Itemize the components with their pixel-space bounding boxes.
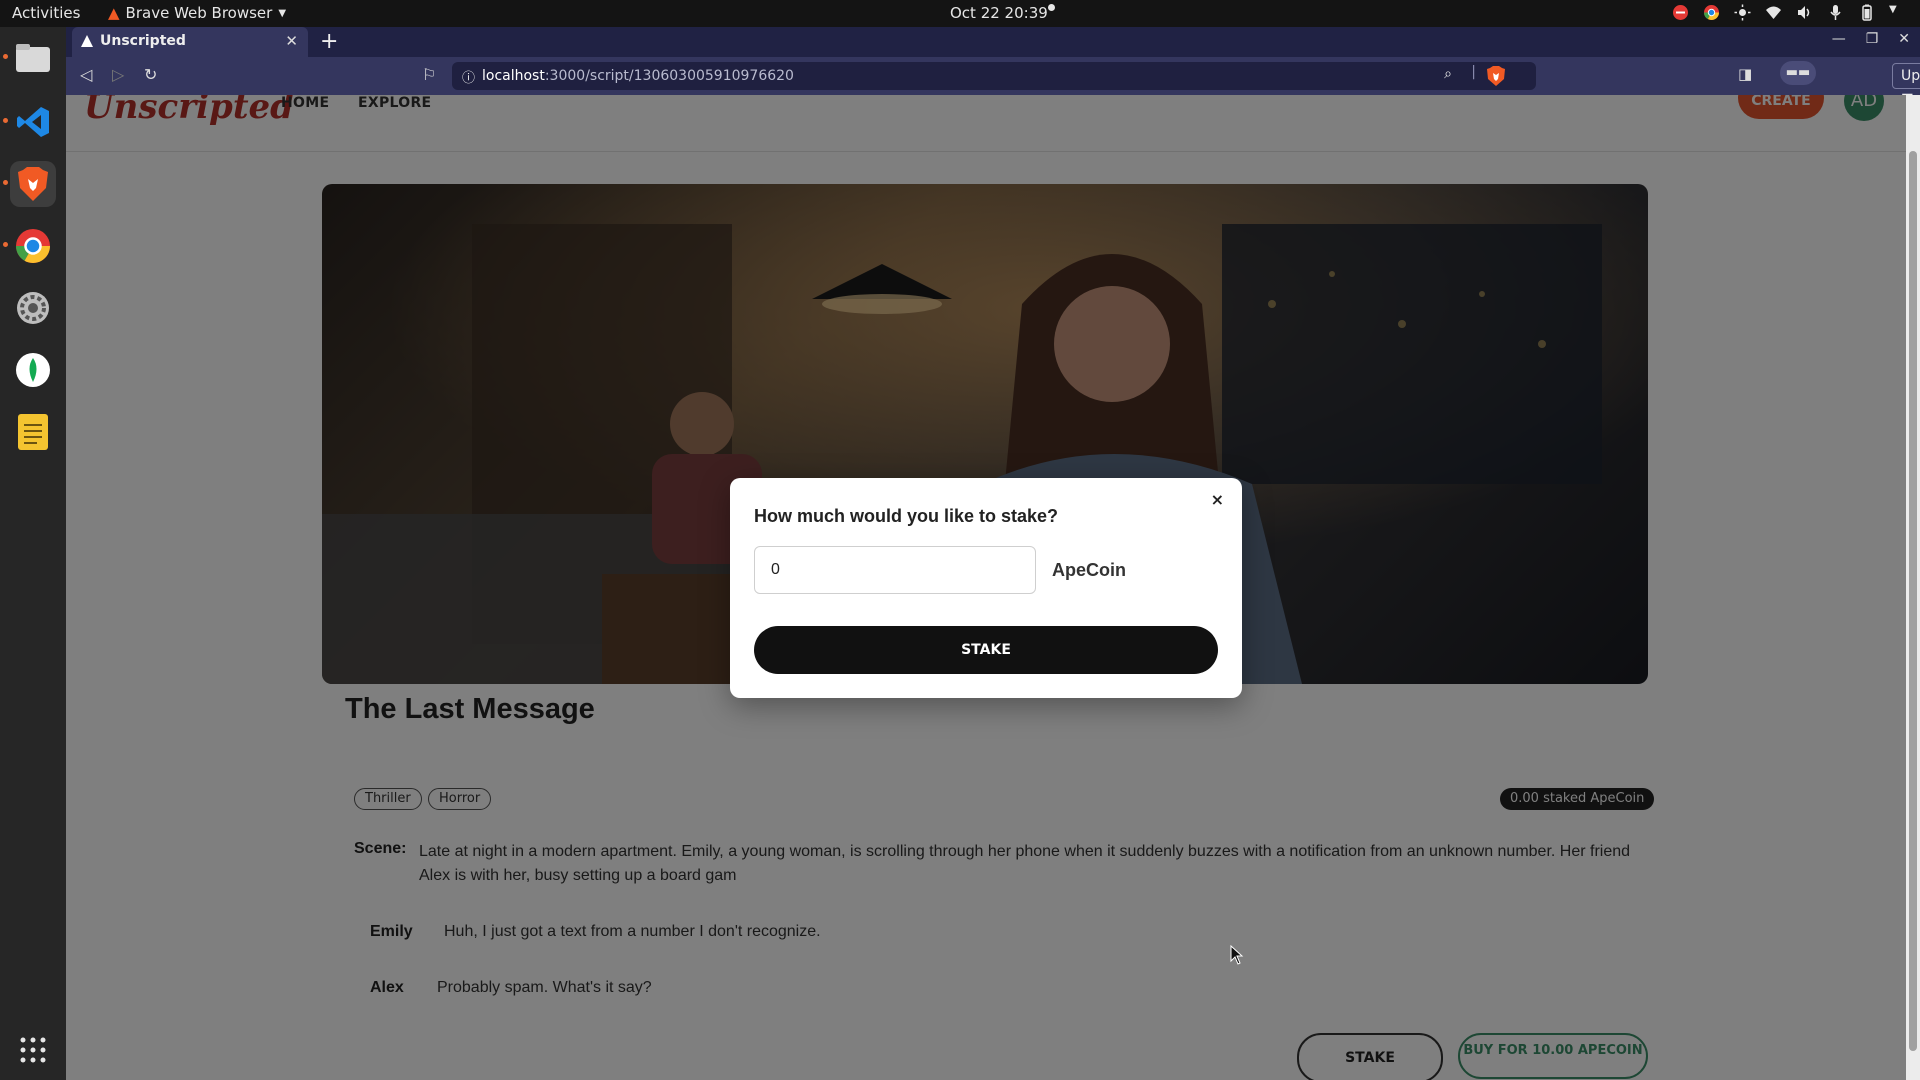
show-apps-button[interactable] bbox=[10, 1027, 56, 1073]
modal-title: How much would you like to stake? bbox=[754, 506, 1059, 526]
clock[interactable]: Oct 22 20:39 bbox=[950, 4, 1048, 22]
currency-label: ApeCoin bbox=[1052, 560, 1126, 580]
chevron-down-icon: ▼ bbox=[278, 7, 287, 19]
update-label: Update bbox=[1901, 68, 1920, 84]
brave-icon bbox=[18, 167, 48, 201]
app-menu-label: Brave Web Browser bbox=[125, 4, 273, 22]
dock-chrome[interactable] bbox=[10, 223, 56, 269]
new-tab-button[interactable]: + bbox=[320, 29, 338, 54]
files-icon bbox=[16, 44, 50, 72]
browser-toolbar: ◁ ▷ ↻ ⚐ ⓘ localhost:3000/script/13060300… bbox=[66, 57, 1920, 108]
chrome-icon bbox=[1703, 4, 1720, 21]
wallet-icon[interactable]: ▬▬ bbox=[1780, 61, 1816, 85]
sidebar-toggle-icon[interactable]: ◨ bbox=[1738, 65, 1752, 83]
tab-unscripted[interactable]: Unscripted ✕ bbox=[72, 27, 308, 57]
address-bar[interactable]: ⓘ localhost:3000/script/1306030059109766… bbox=[452, 62, 1536, 90]
page-scrollbar[interactable] bbox=[1906, 95, 1920, 1080]
running-indicator bbox=[3, 118, 8, 123]
url-text: localhost:3000/script/130603005910976620 bbox=[482, 68, 794, 84]
dock-files[interactable] bbox=[10, 35, 56, 81]
settings-icon bbox=[17, 292, 49, 324]
separator: | bbox=[1471, 64, 1476, 80]
volume-icon bbox=[1796, 4, 1813, 21]
forward-icon[interactable]: ▷ bbox=[112, 65, 124, 84]
brightness-icon bbox=[1734, 4, 1751, 21]
tab-title: Unscripted bbox=[100, 33, 186, 49]
running-indicator bbox=[3, 242, 8, 247]
update-button[interactable]: Update ☰ bbox=[1892, 63, 1920, 108]
url-host: localhost bbox=[482, 68, 545, 84]
site-info-icon[interactable]: ⓘ bbox=[462, 67, 475, 86]
text-editor-icon bbox=[18, 414, 48, 450]
dock-vscode[interactable] bbox=[10, 99, 56, 145]
app-menu[interactable]: ▲ Brave Web Browser ▼ bbox=[108, 4, 286, 22]
vscode-icon bbox=[17, 107, 49, 137]
chrome-icon bbox=[16, 229, 50, 263]
mouse-cursor-icon bbox=[1230, 945, 1244, 965]
dock bbox=[0, 27, 67, 1080]
modal-stake-button[interactable]: STAKE bbox=[754, 626, 1218, 674]
brave-lion-icon: ▲ bbox=[108, 4, 120, 22]
brave-shields-icon[interactable] bbox=[1486, 65, 1506, 91]
tab-strip: Unscripted ✕ + — ❐ ✕ bbox=[66, 27, 1920, 57]
back-icon[interactable]: ◁ bbox=[80, 65, 92, 84]
dock-text-editor[interactable] bbox=[10, 409, 56, 455]
microphone-icon bbox=[1827, 4, 1844, 21]
window-controls: — ❐ ✕ bbox=[1832, 31, 1910, 47]
favicon-icon bbox=[81, 35, 93, 47]
show-apps-icon bbox=[20, 1037, 46, 1063]
power-menu-chevron-icon: ▼ bbox=[1889, 4, 1897, 15]
reload-icon[interactable]: ↻ bbox=[144, 65, 157, 84]
mongodb-compass-icon bbox=[16, 353, 50, 387]
zoom-icon[interactable]: ⌕ bbox=[1444, 66, 1452, 82]
minimize-icon[interactable]: — bbox=[1832, 31, 1846, 47]
stake-modal: × How much would you like to stake? ApeC… bbox=[730, 478, 1242, 698]
running-indicator bbox=[3, 54, 8, 59]
do-not-disturb-icon bbox=[1672, 4, 1689, 21]
wifi-icon bbox=[1765, 4, 1782, 21]
running-indicator bbox=[3, 180, 8, 185]
system-top-bar: Activities ▲ Brave Web Browser ▼ Oct 22 … bbox=[0, 0, 1920, 27]
activities-button[interactable]: Activities bbox=[12, 4, 80, 22]
notification-dot bbox=[1048, 4, 1055, 11]
system-tray[interactable]: ▼ bbox=[1672, 4, 1906, 21]
dock-brave[interactable] bbox=[10, 161, 56, 207]
close-icon[interactable]: × bbox=[1211, 490, 1224, 509]
close-tab-icon[interactable]: ✕ bbox=[285, 32, 298, 50]
dock-settings[interactable] bbox=[10, 285, 56, 331]
restore-icon[interactable]: ❐ bbox=[1866, 31, 1879, 47]
stake-amount-input[interactable] bbox=[754, 546, 1036, 594]
battery-icon bbox=[1858, 4, 1875, 21]
scrollbar-thumb[interactable] bbox=[1909, 151, 1917, 1051]
bookmark-icon[interactable]: ⚐ bbox=[422, 65, 436, 84]
close-window-icon[interactable]: ✕ bbox=[1898, 31, 1910, 47]
dock-mongodb-compass[interactable] bbox=[10, 347, 56, 393]
url-path: :3000/script/130603005910976620 bbox=[544, 68, 794, 84]
